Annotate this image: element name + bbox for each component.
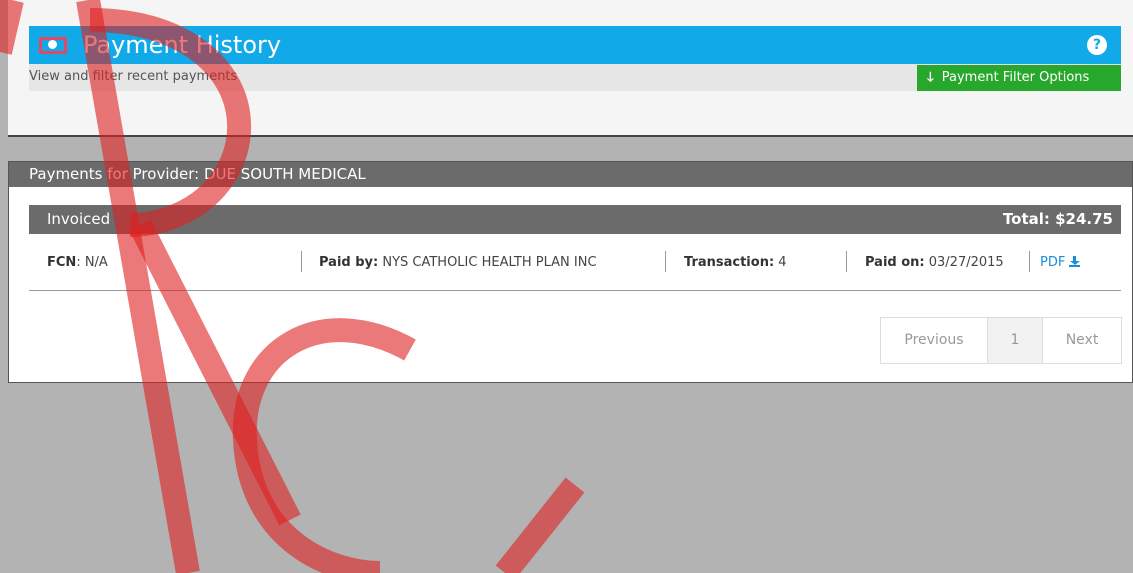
page-number-button[interactable]: 1 <box>988 318 1043 363</box>
arrow-down-icon: 🡓 <box>927 70 934 85</box>
invoiced-section-header: Invoiced Total: $24.75 <box>29 205 1121 234</box>
download-icon <box>1069 256 1081 267</box>
help-icon[interactable]: ? <box>1087 35 1107 55</box>
provider-name: DUE SOUTH MEDICAL <box>203 165 366 183</box>
fcn-value: : N/A <box>76 255 108 270</box>
paid-by-value: NYS CATHOLIC HEALTH PLAN INC <box>378 255 597 270</box>
money-icon <box>39 37 67 54</box>
transaction-value: 4 <box>774 255 787 270</box>
paid-on-value: 03/27/2015 <box>924 255 1004 270</box>
next-page-button[interactable]: Next <box>1043 318 1121 363</box>
subheader-bar: View and filter recent payments 🡓 Payment… <box>29 64 1121 91</box>
fcn-cell: FCN: N/A <box>47 255 108 270</box>
transaction-cell: Transaction: 4 <box>684 255 787 270</box>
pdf-download-link[interactable]: PDF <box>1040 255 1081 270</box>
payment-filter-options-button[interactable]: 🡓 Payment Filter Options <box>917 65 1121 91</box>
page-title: Payment History <box>83 31 282 59</box>
provider-bar: Payments for Provider: DUE SOUTH MEDICAL <box>9 162 1132 187</box>
invoiced-label: Invoiced <box>47 210 111 228</box>
provider-prefix: Payments for Provider: <box>29 165 200 183</box>
page-subtitle: View and filter recent payments <box>29 69 238 84</box>
payment-history-header: Payment History ? <box>29 26 1121 64</box>
transaction-label: Transaction: <box>684 255 775 270</box>
paid-by-label: Paid by: <box>319 255 379 270</box>
pagination: Previous 1 Next <box>880 317 1122 364</box>
cell-divider <box>665 251 666 272</box>
invoiced-total: Total: $24.75 <box>1002 210 1113 228</box>
pdf-label: PDF <box>1040 255 1066 270</box>
cell-divider <box>1029 251 1030 272</box>
cell-divider <box>301 251 302 272</box>
filter-button-label: Payment Filter Options <box>941 70 1090 85</box>
fcn-label: FCN <box>47 255 77 270</box>
paid-by-cell: Paid by: NYS CATHOLIC HEALTH PLAN INC <box>319 255 597 270</box>
payments-panel: Payments for Provider: DUE SOUTH MEDICAL… <box>8 161 1133 383</box>
watermark-stroke-tail <box>495 477 585 573</box>
paid-on-cell: Paid on: 03/27/2015 <box>865 255 1004 270</box>
payment-row: FCN: N/A Paid by: NYS CATHOLIC HEALTH PL… <box>29 234 1121 291</box>
previous-page-button[interactable]: Previous <box>881 318 988 363</box>
paid-on-label: Paid on: <box>865 255 925 270</box>
cell-divider <box>846 251 847 272</box>
divider <box>8 137 1133 161</box>
